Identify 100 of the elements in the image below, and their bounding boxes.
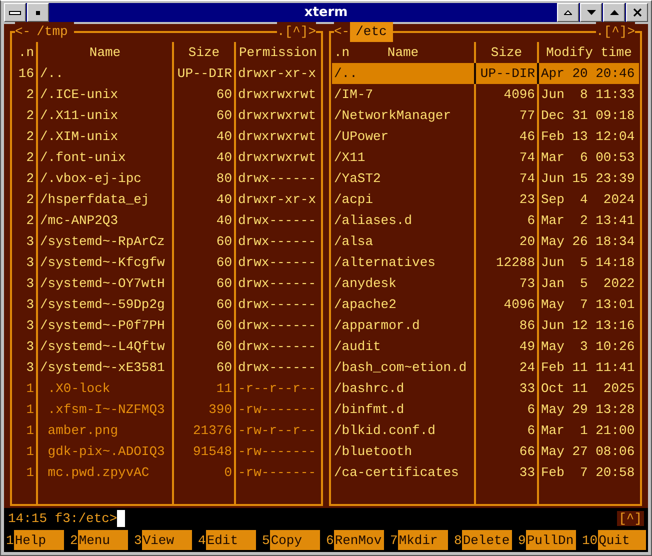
table-cell-text: 3 bbox=[26, 338, 34, 356]
table-cell-text: 49 bbox=[519, 338, 535, 356]
table-cell-text: 77 bbox=[519, 107, 535, 125]
column-header[interactable]: .n bbox=[18, 42, 34, 63]
selected-row[interactable]: /.. UP--DIR Apr 20 20:46 bbox=[332, 63, 639, 84]
column-header[interactable]: Modify time bbox=[546, 42, 632, 63]
key-number: 7 bbox=[390, 532, 398, 548]
table-cell-text: /blkid.conf.d bbox=[334, 422, 436, 440]
table-cell-text: Mar 2 13:41 bbox=[541, 212, 635, 230]
table-cell-text: 60 bbox=[216, 254, 232, 272]
table-cell-text: 4096 bbox=[504, 296, 535, 314]
panel-path: /etc bbox=[350, 22, 393, 42]
function-key-button[interactable]: Quit bbox=[598, 530, 646, 550]
table-cell-text: /.. bbox=[334, 65, 358, 83]
column-header[interactable]: Permission bbox=[238, 42, 317, 63]
table-cell-text: /mc-ANP2Q3 bbox=[40, 212, 118, 230]
function-key-button[interactable]: Delete bbox=[462, 530, 512, 550]
table-cell-text: 1 bbox=[26, 443, 34, 461]
table-cell-text: 2 bbox=[26, 86, 34, 104]
table-cell-text: 0 bbox=[224, 464, 232, 482]
table-cell-text: 40 bbox=[216, 212, 232, 230]
table-cell-text: drwxrwxrwt bbox=[238, 128, 316, 146]
table-cell-text: UP--DIR bbox=[480, 65, 535, 83]
table-cell-text: /systemd~-P0f7PH bbox=[40, 317, 165, 335]
function-key-button[interactable]: Help bbox=[14, 530, 64, 550]
table-cell-text: /alternatives bbox=[334, 254, 436, 272]
table-cell-text: 46 bbox=[519, 128, 535, 146]
minimize-button[interactable] bbox=[580, 3, 602, 22]
table-cell-text: 21376 bbox=[192, 422, 232, 440]
table-cell-text: 60 bbox=[216, 233, 232, 251]
function-key-button[interactable]: PullDn bbox=[526, 530, 576, 550]
table-cell-text: 3 bbox=[26, 317, 34, 335]
window-menu-button[interactable] bbox=[4, 3, 26, 22]
table-cell-text: 6 bbox=[527, 422, 535, 440]
table-cell-text: /hsperfdata_ej bbox=[40, 191, 150, 209]
function-key-button[interactable]: View bbox=[142, 530, 192, 550]
table-cell-text: Feb 11 11:41 bbox=[541, 359, 635, 377]
function-key-button[interactable]: RenMov bbox=[334, 530, 384, 550]
window-title: xterm bbox=[304, 5, 348, 20]
column-header[interactable]: Size bbox=[188, 42, 220, 63]
table-cell-text: Sep 4 2024 bbox=[541, 191, 635, 209]
table-cell-text: 1 bbox=[26, 401, 34, 419]
table-cell-text: 6 bbox=[527, 401, 535, 419]
table-cell-text: 80 bbox=[216, 170, 232, 188]
table-cell-text: /bashrc.d bbox=[334, 380, 404, 398]
table-cell-text: 74 bbox=[519, 170, 535, 188]
table-cell-text: /systemd~-OY7wtH bbox=[40, 275, 165, 293]
key-number: 2 bbox=[70, 532, 78, 548]
table-cell-text: /audit bbox=[334, 338, 381, 356]
table-cell-text: drwx------ bbox=[238, 359, 316, 377]
column-header[interactable]: Name bbox=[89, 42, 121, 63]
table-cell-text: 3 bbox=[26, 296, 34, 314]
sort-indicator[interactable]: .n bbox=[334, 42, 350, 63]
table-cell-text: Apr 20 20:46 bbox=[541, 65, 635, 83]
column-header[interactable]: Size bbox=[490, 42, 522, 63]
table-cell-text: 20 bbox=[519, 233, 535, 251]
table-cell-text: 3 bbox=[26, 359, 34, 377]
table-cell-text: May 26 18:34 bbox=[541, 233, 635, 251]
table-cell-text: drwxrwxrwt bbox=[238, 107, 316, 125]
function-key-button[interactable]: Edit bbox=[206, 530, 256, 550]
table-cell-text: May 3 10:26 bbox=[541, 338, 635, 356]
table-cell-text: UP--DIR bbox=[177, 65, 232, 83]
hotlist-button[interactable]: [^] bbox=[616, 511, 644, 526]
column-header[interactable]: Name bbox=[387, 42, 419, 63]
table-cell-text: /X11 bbox=[334, 149, 366, 167]
table-cell-text: /IM-7 bbox=[334, 86, 374, 104]
table-cell-text: /.vbox-ej-ipc bbox=[40, 170, 142, 188]
table-cell-text: -rw------- bbox=[238, 401, 316, 419]
function-key-button[interactable]: Copy bbox=[270, 530, 320, 550]
table-cell-text: Jun 5 14:18 bbox=[541, 254, 635, 272]
function-key-button[interactable]: Menu bbox=[78, 530, 128, 550]
iconify-button[interactable] bbox=[27, 3, 49, 22]
table-cell-text: 16 bbox=[18, 65, 34, 83]
table-cell-text: /.X11-unix bbox=[40, 107, 118, 125]
triangle-icon bbox=[564, 10, 572, 15]
table-cell-text: gdk-pix~.ADOIQ3 bbox=[46, 443, 165, 461]
table-cell-text: 1 bbox=[26, 422, 34, 440]
table-cell-text: drwxr-xr-x bbox=[238, 65, 316, 83]
table-cell-text: 60 bbox=[216, 296, 232, 314]
table-cell-text: drwxr-xr-x bbox=[238, 191, 316, 209]
table-cell-text: 60 bbox=[216, 107, 232, 125]
table-cell-text: 40 bbox=[216, 128, 232, 146]
function-key-button[interactable]: Mkdir bbox=[398, 530, 448, 550]
table-cell-text: 1 bbox=[26, 464, 34, 482]
shade-button[interactable] bbox=[557, 3, 579, 22]
table-cell-text: 86 bbox=[519, 317, 535, 335]
maximize-button[interactable] bbox=[603, 3, 625, 22]
table-cell-text: drwxrwxrwt bbox=[238, 149, 316, 167]
table-cell-text: /UPower bbox=[334, 128, 389, 146]
table-cell-text: 60 bbox=[216, 275, 232, 293]
close-button[interactable] bbox=[626, 3, 648, 22]
table-cell-text: /YaST2 bbox=[334, 170, 381, 188]
table-cell-text: /.font-unix bbox=[40, 149, 126, 167]
table-cell-text: 2 bbox=[26, 170, 34, 188]
table-cell-text: /binfmt.d bbox=[334, 401, 404, 419]
key-number: 1 bbox=[6, 532, 14, 548]
key-number: 5 bbox=[262, 532, 270, 548]
table-cell-text: Jun 8 11:33 bbox=[541, 86, 635, 104]
table-cell-text: /alsa bbox=[334, 233, 374, 251]
table-cell-text: drwx------ bbox=[238, 296, 316, 314]
